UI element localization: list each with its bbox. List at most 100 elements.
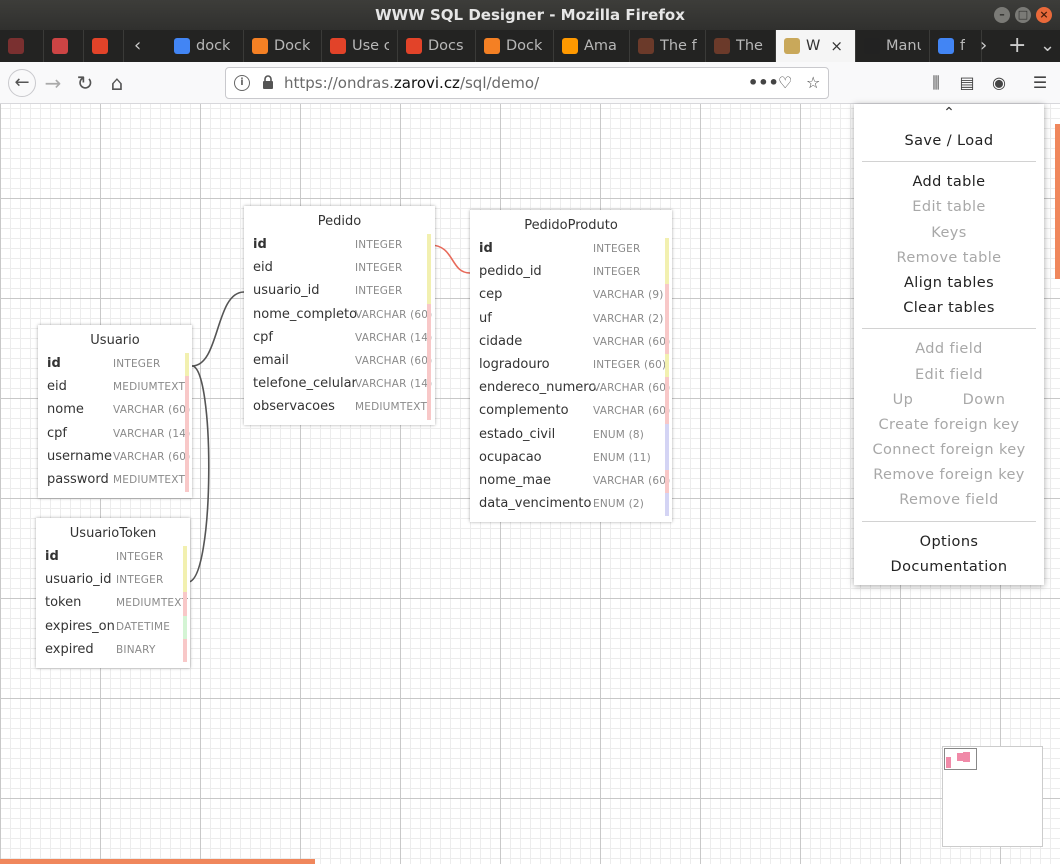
table-field-row[interactable]: username VARCHAR (60) xyxy=(38,445,192,469)
home-button[interactable]: ⌂ xyxy=(104,70,130,96)
site-info-icon[interactable]: i xyxy=(234,75,250,91)
table-title[interactable]: Pedido xyxy=(244,206,435,234)
page-actions-icon[interactable]: ••• xyxy=(748,73,779,92)
account-icon[interactable]: ◉ xyxy=(990,74,1008,92)
options-button[interactable]: Options xyxy=(854,530,1044,555)
table-field-row[interactable]: eid INTEGER xyxy=(244,257,435,281)
browser-tab[interactable]: Ama xyxy=(554,30,630,62)
tabs-scroll-left-button[interactable]: ‹ xyxy=(124,30,151,62)
table-title[interactable]: UsuarioToken xyxy=(36,518,190,546)
library-icon[interactable]: ⫼ xyxy=(927,74,945,92)
field-type-color-bar xyxy=(665,446,669,470)
table-field-row[interactable]: usuario_id INTEGER xyxy=(244,280,435,304)
back-button[interactable]: ← xyxy=(8,69,36,97)
table-field-row[interactable]: telefone_celular VARCHAR (14) xyxy=(244,373,435,397)
pocket-icon[interactable]: ♡ xyxy=(778,73,792,92)
url-bar[interactable]: i https://ondras.zarovi.cz/sql/demo/ •••… xyxy=(225,67,829,99)
documentation-button[interactable]: Documentation xyxy=(854,555,1044,580)
table-field-row[interactable]: expired BINARY xyxy=(36,638,190,662)
table-field-row[interactable]: expires_on DATETIME xyxy=(36,615,190,639)
align-tables-button[interactable]: Align tables xyxy=(854,271,1044,296)
table-pedidoproduto[interactable]: PedidoProduto id INTEGER pedido_id INTEGER ce… xyxy=(470,210,672,522)
table-field-row[interactable]: token MEDIUMTEXT xyxy=(36,592,190,616)
table-field-row[interactable]: cidade VARCHAR (60) xyxy=(470,330,672,354)
table-field-row[interactable]: id INTEGER xyxy=(244,234,435,258)
table-usuariotoken[interactable]: UsuarioToken id INTEGER usuario_id INTEGER to… xyxy=(36,518,190,668)
table-field-row[interactable]: password MEDIUMTEXT xyxy=(38,468,192,493)
browser-tab[interactable] xyxy=(44,30,84,62)
table-usuario[interactable]: Usuario id INTEGER eid MEDIUMTEXT nome VARCHAR… xyxy=(38,325,192,498)
vertical-scroll-indicator[interactable] xyxy=(1055,124,1060,279)
table-field-row[interactable]: pedido_id INTEGER xyxy=(470,261,672,285)
tabs-scroll-right-button[interactable]: › xyxy=(970,30,997,62)
remove-foreign-key-button[interactable]: Remove foreign key xyxy=(854,463,1044,488)
save-load-button[interactable]: Save / Load xyxy=(854,129,1044,154)
table-field-row[interactable]: cpf VARCHAR (14) xyxy=(38,422,192,446)
browser-tab[interactable]: Dock xyxy=(244,30,322,62)
table-field-row[interactable]: id INTEGER xyxy=(36,546,190,570)
browser-tab[interactable]: The f xyxy=(706,30,776,62)
close-window-button[interactable]: × xyxy=(1036,7,1052,23)
table-field-row[interactable]: id INTEGER xyxy=(38,353,192,377)
table-field-row[interactable]: cep VARCHAR (9) xyxy=(470,284,672,308)
tab-title: The f xyxy=(736,38,767,54)
connect-foreign-key-button[interactable]: Connect foreign key xyxy=(854,438,1044,463)
edit-field-button[interactable]: Edit field xyxy=(854,363,1044,388)
table-field-row[interactable]: uf VARCHAR (2) xyxy=(470,307,672,331)
forward-button[interactable]: → xyxy=(40,70,66,96)
remove-field-button[interactable]: Remove field xyxy=(854,488,1044,513)
minimap-viewport[interactable] xyxy=(944,748,977,770)
table-field-row[interactable]: complemento VARCHAR (60) xyxy=(470,400,672,424)
browser-tab[interactable]: W × xyxy=(776,30,856,62)
table-field-row[interactable]: estado_civil ENUM (8) xyxy=(470,423,672,447)
maximize-button[interactable]: □ xyxy=(1015,7,1031,23)
clear-tables-button[interactable]: Clear tables xyxy=(854,296,1044,321)
browser-tab[interactable] xyxy=(84,30,124,62)
table-field-row[interactable]: data_vencimento ENUM (2) xyxy=(470,493,672,517)
table-field-row[interactable]: endereco_numero VARCHAR (60) xyxy=(470,377,672,401)
sidebar-icon[interactable]: ▤ xyxy=(958,74,976,92)
table-field-row[interactable]: nome VARCHAR (60) xyxy=(38,399,192,423)
browser-tab[interactable]: Use c xyxy=(322,30,398,62)
create-foreign-key-button[interactable]: Create foreign key xyxy=(854,413,1044,438)
keys-button[interactable]: Keys xyxy=(854,221,1044,246)
browser-tab[interactable]: Docs xyxy=(398,30,476,62)
table-field-row[interactable]: id INTEGER xyxy=(470,238,672,262)
tab-list-button[interactable]: ⌄ xyxy=(1030,30,1060,62)
table-pedido[interactable]: Pedido id INTEGER eid INTEGER usuario_id INTEG… xyxy=(244,206,435,425)
table-field-row[interactable]: logradouro INTEGER (60) xyxy=(470,353,672,378)
remove-table-button[interactable]: Remove table xyxy=(854,246,1044,271)
browser-tab[interactable]: Dock xyxy=(476,30,554,62)
table-field-row[interactable]: eid MEDIUMTEXT xyxy=(38,376,192,400)
bookmark-star-icon[interactable]: ☆ xyxy=(806,73,820,92)
reload-button[interactable]: ↻ xyxy=(72,70,98,96)
hamburger-menu-icon[interactable]: ☰ xyxy=(1031,74,1049,92)
table-field-row[interactable]: usuario_id INTEGER xyxy=(36,569,190,593)
browser-tab[interactable]: dock xyxy=(166,30,244,62)
collapse-menu-button[interactable]: ⌃ xyxy=(854,104,1044,121)
table-field-row[interactable]: observacoes MEDIUMTEXT xyxy=(244,396,435,420)
add-field-button[interactable]: Add field xyxy=(854,337,1044,362)
browser-tab[interactable]: The f xyxy=(630,30,706,62)
field-name: token xyxy=(45,595,82,611)
url-text[interactable]: https://ondras.zarovi.cz/sql/demo/ xyxy=(284,68,539,98)
browser-tab[interactable] xyxy=(0,30,44,62)
table-field-row[interactable]: nome_mae VARCHAR (60) xyxy=(470,469,672,494)
table-field-row[interactable]: nome_completo VARCHAR (60) xyxy=(244,303,435,327)
table-field-row[interactable]: email VARCHAR (60) xyxy=(244,349,435,374)
table-title[interactable]: Usuario xyxy=(38,325,192,353)
browser-tab[interactable]: Manu xyxy=(856,30,930,62)
move-field-down-button[interactable]: Down xyxy=(963,388,1006,413)
add-table-button[interactable]: Add table xyxy=(854,170,1044,195)
minimize-button[interactable]: – xyxy=(994,7,1010,23)
table-field-row[interactable]: cpf VARCHAR (14) xyxy=(244,326,435,350)
table-field-row[interactable]: ocupacao ENUM (11) xyxy=(470,446,672,470)
table-title[interactable]: PedidoProduto xyxy=(470,210,672,238)
field-type-color-bar xyxy=(665,423,669,447)
edit-table-button[interactable]: Edit table xyxy=(854,195,1044,220)
close-tab-icon[interactable]: × xyxy=(830,37,843,55)
horizontal-scroll-indicator[interactable] xyxy=(0,859,315,864)
move-field-up-button[interactable]: Up xyxy=(893,388,914,413)
field-name: logradouro xyxy=(479,356,550,372)
minimap[interactable] xyxy=(942,746,1043,847)
